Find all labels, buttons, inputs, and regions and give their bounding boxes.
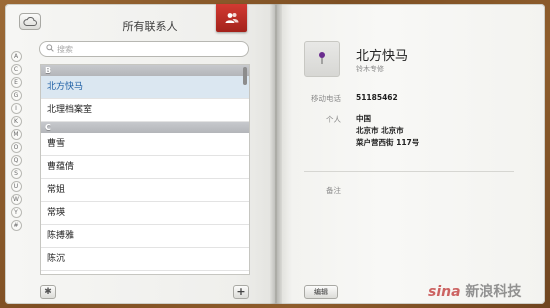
book-spine (270, 4, 282, 304)
index-letter[interactable]: E (10, 77, 22, 88)
address-line-3[interactable]: 菜户营西街 117号 (356, 137, 419, 148)
list-item[interactable]: 常姐 (41, 179, 249, 202)
edit-button[interactable]: 编辑 (304, 285, 338, 299)
map-pin-icon (316, 50, 328, 69)
section-header-c: C (41, 122, 249, 133)
cloud-icon[interactable] (19, 13, 41, 30)
search-icon (46, 44, 54, 54)
gear-icon: ✱ (44, 287, 52, 297)
index-letter[interactable]: Q (10, 155, 22, 166)
contacts-list[interactable]: B 北方快马 北理档案室 C 曹雪 曹蕴倩 常姐 常瑛 陈搏雅 陈沉 (40, 64, 250, 275)
watermark: sina 新浪科技 (428, 281, 521, 301)
index-letter[interactable]: Y (10, 207, 22, 218)
page-title: 所有联系人 (122, 20, 178, 33)
index-letter[interactable]: C (10, 64, 22, 75)
list-item[interactable]: 陈沉 (41, 248, 249, 271)
index-letter[interactable]: I (10, 103, 22, 114)
notes-label: 备注 (326, 186, 341, 195)
index-letter[interactable]: G (10, 90, 22, 101)
address-line-1[interactable]: 中国 (356, 113, 371, 124)
watermark-brand: sina (428, 284, 461, 300)
plus-icon: + (236, 285, 246, 298)
contact-photo[interactable] (304, 41, 340, 77)
index-letter[interactable]: K (10, 116, 22, 127)
watermark-text: 新浪科技 (465, 284, 522, 300)
mobile-value[interactable]: 51185462 (356, 92, 398, 103)
list-item[interactable]: 北方快马 (41, 76, 249, 99)
index-letter[interactable]: S (10, 168, 22, 179)
index-letter[interactable]: A (10, 51, 22, 62)
add-contact-button[interactable]: + (233, 285, 249, 299)
divider (304, 171, 514, 172)
search-input[interactable]: 搜索 (39, 41, 249, 57)
index-letter[interactable]: U (10, 181, 22, 192)
index-letter[interactable]: O (10, 142, 22, 153)
index-letter[interactable]: M (10, 129, 22, 140)
section-header-b: B (41, 65, 249, 76)
settings-gear-button[interactable]: ✱ (40, 285, 56, 299)
index-letter[interactable]: # (10, 220, 22, 231)
list-item[interactable]: 曹蕴倩 (41, 156, 249, 179)
list-item[interactable]: 陈搏雅 (41, 225, 249, 248)
groups-ribbon-button[interactable] (216, 4, 247, 32)
list-item[interactable]: 曹雪 (41, 133, 249, 156)
scrollbar[interactable] (243, 67, 247, 85)
index-letter[interactable]: W (10, 194, 22, 205)
address-line-2[interactable]: 北京市 北京市 (356, 125, 404, 136)
alphabet-index[interactable]: ABCDEFGHIJKLMNOPQRSTUVWXYZ# (9, 51, 23, 233)
search-placeholder: 搜索 (57, 44, 73, 54)
contact-company: 铃木专修 (356, 65, 384, 73)
list-item[interactable]: 常瑛 (41, 202, 249, 225)
mobile-label: 移动电话 (311, 94, 341, 103)
contact-name: 北方快马 (356, 49, 409, 64)
people-icon (224, 9, 240, 28)
address-label: 个人 (326, 115, 341, 124)
list-item[interactable]: 北理档案室 (41, 99, 249, 122)
